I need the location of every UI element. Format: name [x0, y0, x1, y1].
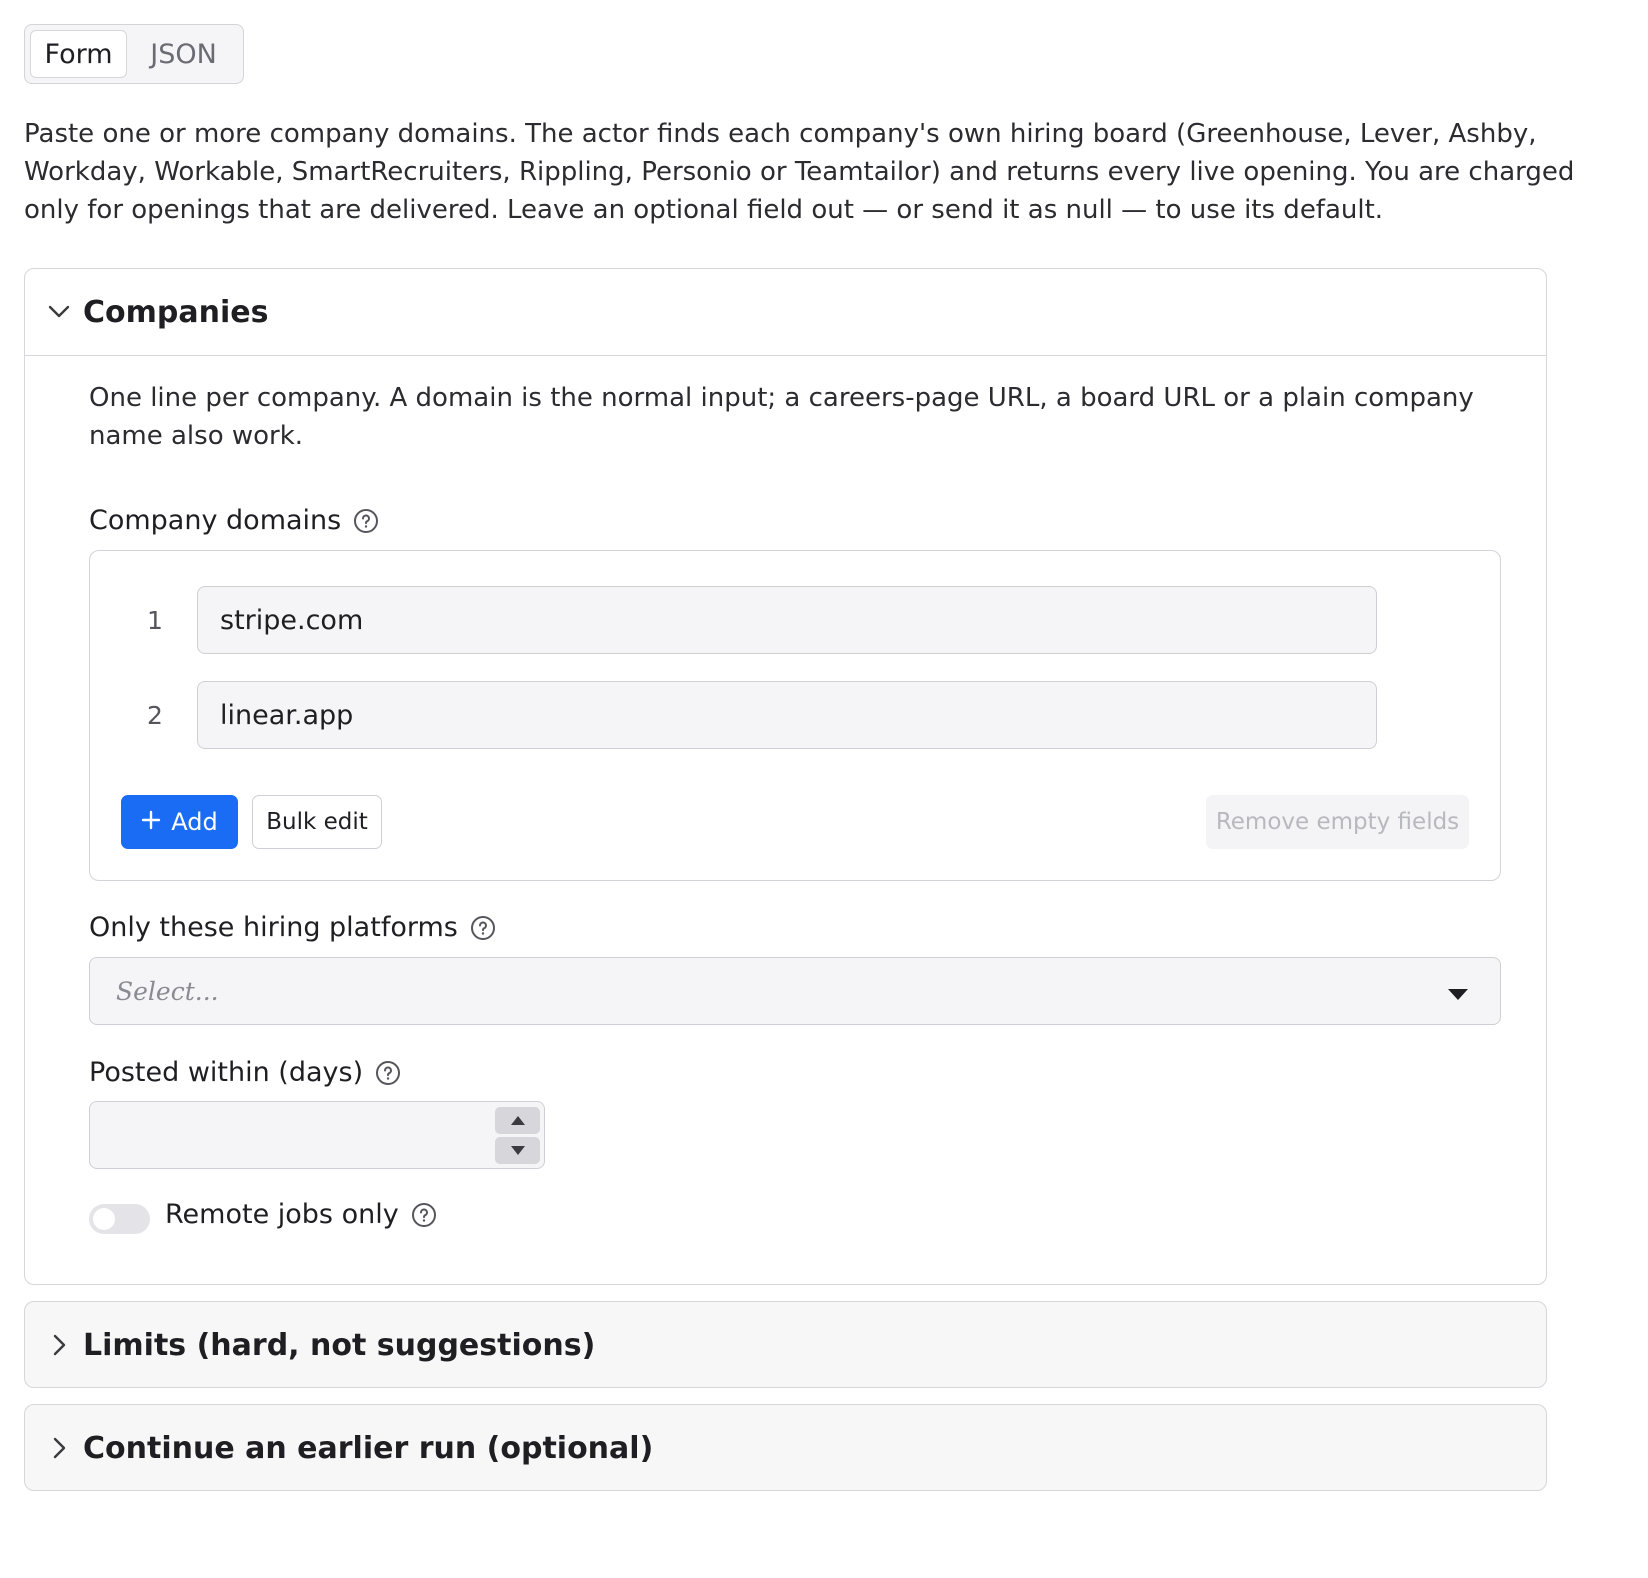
section-divider [25, 355, 1546, 356]
limits-section: Limits (hard, not suggestions) [24, 1301, 1547, 1388]
toggle-label-text: Remote jobs only [165, 1199, 399, 1230]
field-label-text: Company domains [89, 505, 342, 536]
continue-run-section: Continue an earlier run (optional) [24, 1404, 1547, 1491]
help-icon[interactable] [375, 1060, 401, 1086]
domain-input[interactable]: linear.app [197, 681, 1377, 749]
mode-tabs: Form JSON [24, 24, 244, 84]
limits-section-header[interactable]: Limits (hard, not suggestions) [25, 1302, 1546, 1388]
help-icon[interactable] [353, 508, 379, 534]
chevron-down-icon [45, 298, 73, 326]
company-domains-label: Company domains [89, 505, 379, 536]
tab-json[interactable]: JSON [129, 30, 238, 78]
field-label-text: Posted within (days) [89, 1057, 364, 1088]
section-title: Companies [83, 294, 269, 330]
add-button[interactable]: Add [121, 795, 238, 849]
posted-within-label: Posted within (days) [89, 1057, 401, 1088]
stepper-up-button[interactable] [495, 1107, 540, 1134]
section-description: One line per company. A domain is the no… [89, 383, 1474, 451]
select-placeholder: Select... [116, 976, 219, 1006]
intro-description: Paste one or more company domains. The a… [24, 119, 1575, 225]
domain-input[interactable]: stripe.com [197, 586, 1377, 654]
row-number: 2 [147, 701, 163, 730]
remove-empty-fields-button: Remove empty fields [1206, 795, 1469, 849]
hiring-platforms-label: Only these hiring platforms [89, 912, 496, 943]
row-number: 1 [147, 606, 163, 635]
hiring-platforms-select[interactable]: Select... [89, 957, 1501, 1025]
section-title: Limits (hard, not suggestions) [83, 1327, 596, 1363]
bulk-edit-button[interactable]: Bulk edit [252, 795, 382, 849]
plus-icon [141, 808, 161, 836]
toggle-knob [93, 1208, 115, 1230]
add-button-label: Add [171, 808, 218, 836]
companies-section: Companies One line per company. A domain… [24, 268, 1547, 1285]
continue-run-section-header[interactable]: Continue an earlier run (optional) [25, 1405, 1546, 1491]
posted-within-input[interactable] [89, 1101, 545, 1169]
chevron-right-icon [45, 1434, 73, 1462]
stepper-down-button[interactable] [495, 1137, 540, 1164]
chevron-right-icon [45, 1331, 73, 1359]
companies-section-header[interactable]: Companies [25, 269, 1546, 355]
remote-only-label: Remote jobs only [165, 1199, 437, 1230]
remote-only-toggle[interactable] [89, 1204, 150, 1234]
tab-form[interactable]: Form [30, 30, 128, 78]
help-icon[interactable] [411, 1202, 437, 1228]
company-domains-list: 1 stripe.com 2 linear.app Add Bulk edit … [89, 550, 1501, 881]
caret-down-icon [1448, 986, 1468, 1005]
field-label-text: Only these hiring platforms [89, 912, 458, 943]
help-icon[interactable] [470, 915, 496, 941]
section-title: Continue an earlier run (optional) [83, 1430, 654, 1466]
